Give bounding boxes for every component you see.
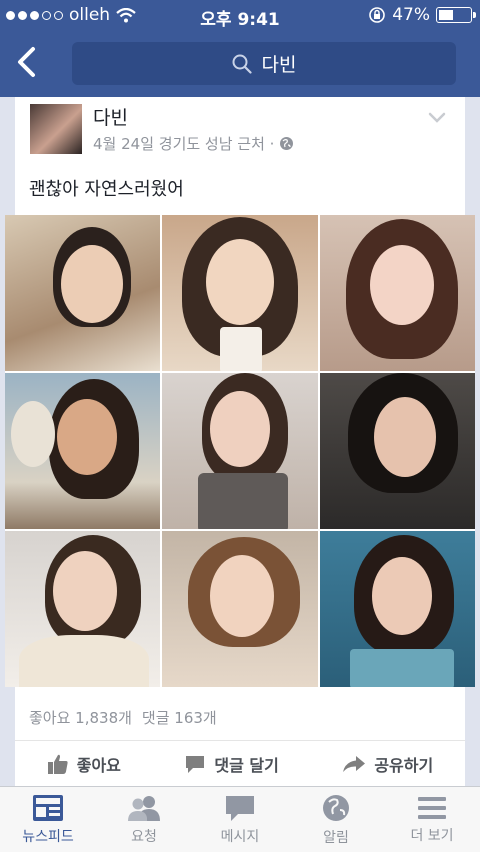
tab-label: 더 보기 — [410, 827, 454, 844]
menu-icon — [418, 796, 446, 819]
status-right: 47% — [368, 5, 476, 25]
top-bar: olleh 오후 9:41 47% 다빈 — [0, 0, 480, 97]
tab-label: 요청 — [131, 828, 157, 845]
friend-requests-icon — [128, 795, 160, 821]
share-icon — [343, 756, 366, 772]
comment-icon — [186, 756, 205, 773]
collage-photo-4[interactable] — [5, 373, 161, 529]
share-button[interactable]: 공유하기 — [342, 752, 433, 776]
comment-count[interactable]: 댓글 163개 — [142, 707, 217, 728]
search-query: 다빈 — [261, 54, 297, 76]
tab-more[interactable]: 더 보기 — [384, 787, 480, 852]
tab-label: 알림 — [323, 829, 349, 846]
search-input[interactable]: 다빈 — [72, 42, 456, 85]
post-author[interactable]: 다빈 — [93, 103, 128, 130]
photo-collage[interactable] — [5, 215, 475, 687]
back-button[interactable] — [14, 42, 54, 84]
battery-percent: 47% — [392, 5, 430, 25]
collage-photo-9[interactable] — [319, 531, 475, 687]
like-count[interactable]: 좋아요 1,838개 — [29, 707, 132, 728]
divider — [15, 740, 465, 741]
post-meta: 4월 24일 경기도 성남 근처 · — [93, 133, 294, 154]
search-icon — [232, 54, 252, 74]
post-card: 다빈 4월 24일 경기도 성남 근처 · 괜찮아 자연스러웠어 좋아요 1,8… — [5, 97, 475, 787]
collage-photo-2[interactable] — [162, 215, 318, 371]
like-label: 좋아요 — [76, 756, 121, 775]
thumbs-up-icon — [47, 754, 68, 774]
post-date-location[interactable]: 4월 24일 경기도 성남 근처 · — [93, 133, 274, 154]
globe-notifications-icon — [323, 794, 349, 821]
post-actions: 좋아요 댓글 달기 공유하기 — [15, 752, 465, 776]
news-feed-icon — [33, 794, 63, 821]
globe-icon — [280, 137, 294, 150]
avatar[interactable] — [30, 104, 82, 154]
messages-icon — [226, 795, 254, 821]
rotation-lock-icon — [369, 7, 386, 23]
tab-notifications[interactable]: 알림 — [288, 787, 384, 852]
collage-photo-3[interactable] — [319, 215, 475, 371]
collage-photo-1[interactable] — [5, 215, 161, 371]
comment-label: 댓글 달기 — [214, 756, 279, 775]
tab-label: 뉴스피드 — [22, 828, 74, 845]
comment-button[interactable]: 댓글 달기 — [184, 752, 279, 776]
tab-requests[interactable]: 요청 — [96, 787, 192, 852]
battery-icon — [436, 7, 476, 23]
post-options-chevron-icon[interactable] — [427, 112, 447, 124]
collage-photo-6[interactable] — [319, 373, 475, 529]
post-text: 괜찮아 자연스러웠어 — [29, 179, 184, 200]
collage-photo-5[interactable] — [162, 373, 318, 529]
share-label: 공유하기 — [374, 756, 434, 775]
tab-bar: 뉴스피드 요청 메시지 알림 더 보기 — [0, 786, 480, 852]
collage-photo-8[interactable] — [162, 531, 318, 687]
status-bar: olleh 오후 9:41 47% — [0, 0, 480, 30]
chevron-left-icon — [18, 47, 35, 77]
tab-messages[interactable]: 메시지 — [192, 787, 288, 852]
like-button[interactable]: 좋아요 — [47, 752, 121, 776]
tab-news-feed[interactable]: 뉴스피드 — [0, 787, 96, 852]
collage-photo-7[interactable] — [5, 531, 161, 687]
tab-label: 메시지 — [220, 828, 260, 845]
reaction-counts[interactable]: 좋아요 1,838개 댓글 163개 — [29, 707, 217, 728]
